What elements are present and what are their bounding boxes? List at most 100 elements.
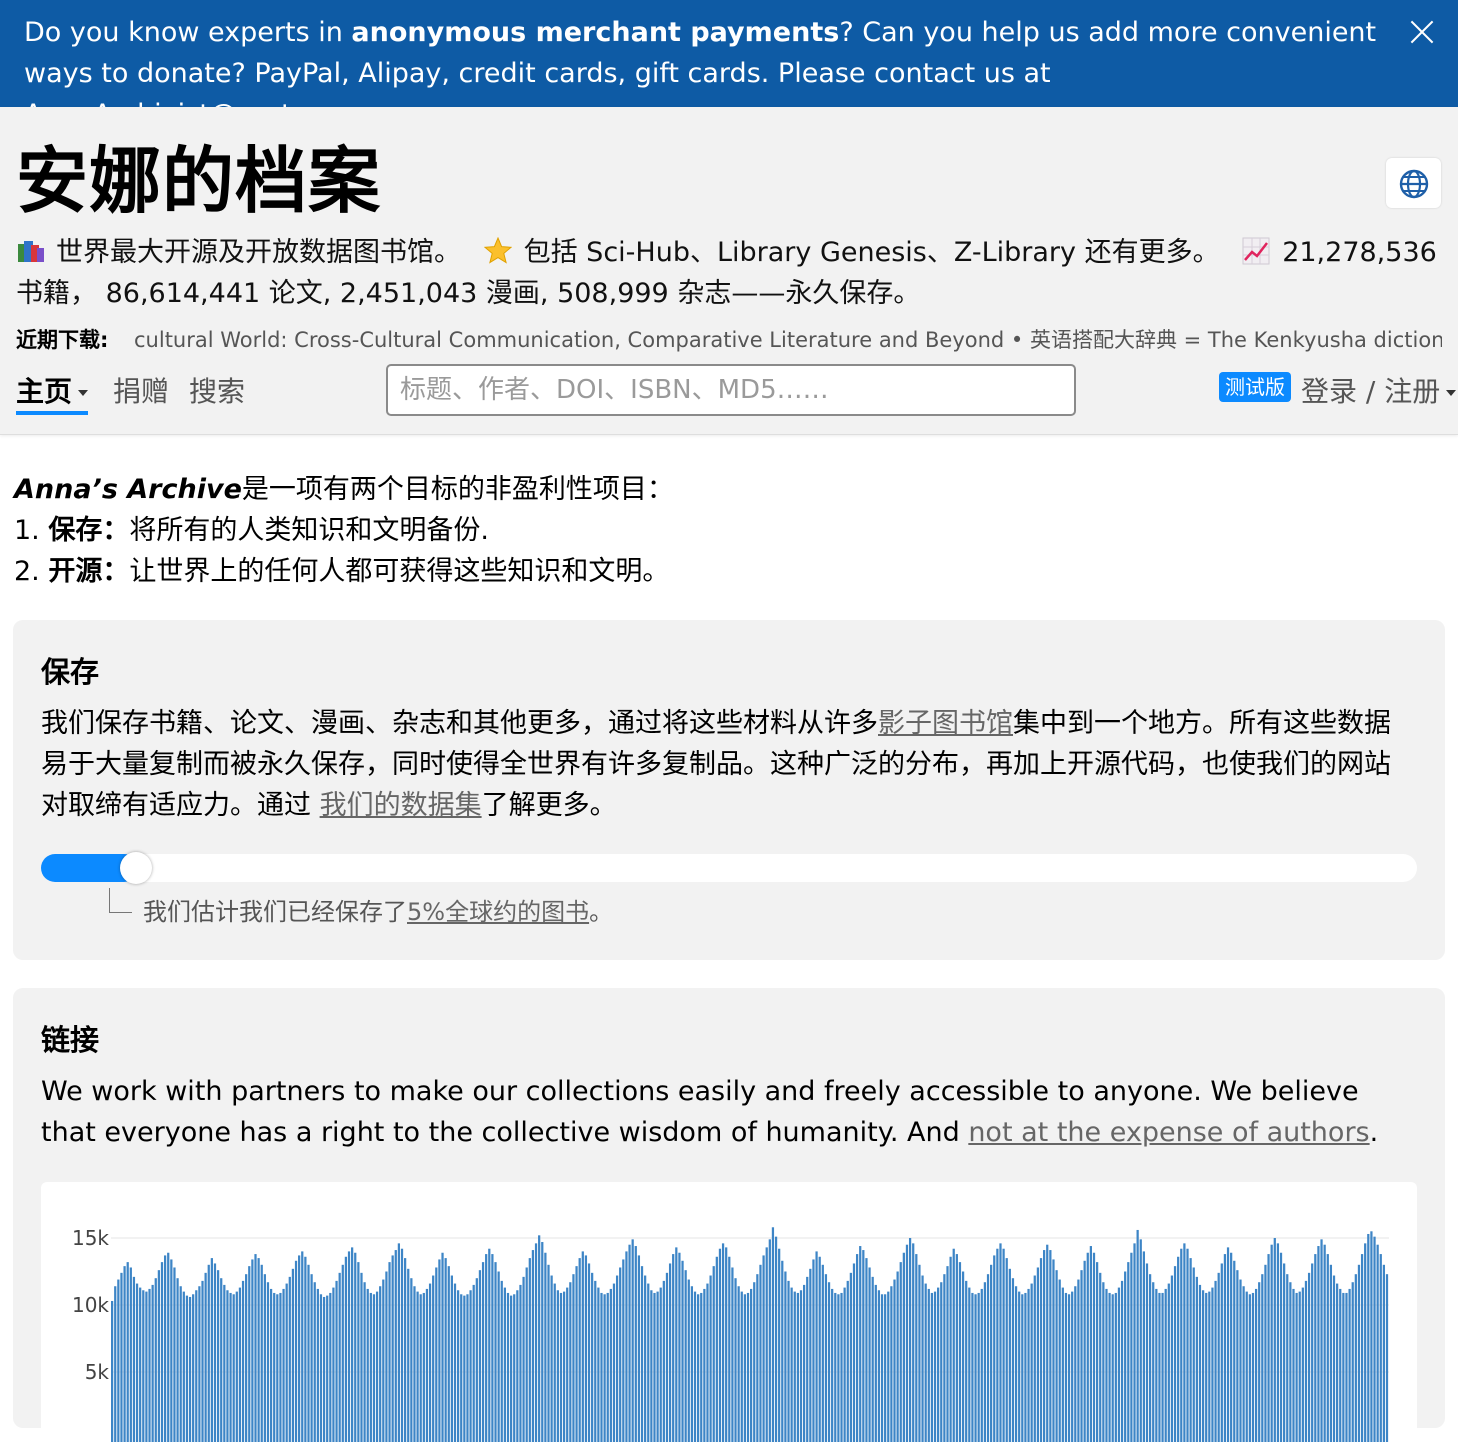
chart-bar — [1080, 1270, 1082, 1442]
chart-bar — [1158, 1293, 1160, 1442]
chart-bar — [600, 1293, 602, 1442]
chart-bar — [915, 1254, 917, 1442]
chart-bar — [962, 1272, 964, 1442]
chart-bar — [498, 1272, 500, 1442]
banner-text-bold: anonymous merchant payments — [351, 17, 839, 48]
login-register-button[interactable]: 登录 / 注册 — [1301, 375, 1456, 409]
progress-note-text: 我们估计我们已经保存了 — [143, 898, 407, 926]
chart-bar — [632, 1239, 634, 1442]
tab-donate[interactable]: 捐赠 — [113, 375, 169, 409]
chart-bar — [117, 1280, 119, 1442]
chart-bar — [1339, 1289, 1341, 1442]
chart-bar — [1177, 1257, 1179, 1442]
stats-text-1: 世界最大开源及开放数据图书馆。 — [56, 237, 461, 268]
chart-bar — [164, 1255, 166, 1442]
chart-bar — [638, 1255, 640, 1442]
chart-bar — [245, 1274, 247, 1442]
chart-bar — [1071, 1292, 1073, 1442]
chart-bar — [491, 1254, 493, 1442]
chart-bar — [1027, 1289, 1029, 1442]
mission-item-number: 1. — [14, 515, 48, 546]
chart-bar — [423, 1293, 425, 1442]
chart-bar — [875, 1285, 877, 1442]
chart-bar — [856, 1254, 858, 1442]
chart-bar — [887, 1292, 889, 1442]
chart-bar — [407, 1269, 409, 1442]
chart-bar — [912, 1243, 914, 1442]
chart-bar — [628, 1245, 630, 1442]
chart-bar — [535, 1243, 537, 1442]
chart-bar — [445, 1258, 447, 1442]
chart-bar — [438, 1259, 440, 1442]
chart-bar — [1227, 1247, 1229, 1442]
tab-search[interactable]: 搜索 — [189, 375, 245, 409]
chart-bar — [1180, 1249, 1182, 1442]
chart-bar — [1342, 1293, 1344, 1442]
chart-bar — [925, 1284, 927, 1442]
chart-bar — [672, 1254, 674, 1442]
chart-bar — [532, 1250, 534, 1442]
chart-bar — [192, 1294, 194, 1442]
chart-bar — [1124, 1272, 1126, 1442]
search-input[interactable] — [386, 364, 1076, 416]
chart-bar — [538, 1235, 540, 1442]
chart-bar — [1108, 1293, 1110, 1442]
chart-bar — [872, 1277, 874, 1442]
chart-bar — [978, 1293, 980, 1442]
chart-bar — [656, 1292, 658, 1442]
recent-downloads-ticker[interactable]: cultural World: Cross-Cultural Communica… — [134, 325, 1442, 355]
chart-bar — [1292, 1289, 1294, 1442]
chart-bar — [401, 1249, 403, 1442]
datasets-link[interactable]: 我们的数据集 — [320, 790, 482, 821]
chart-bar — [1280, 1253, 1282, 1442]
chart-bar — [1336, 1284, 1338, 1442]
chart-bar — [934, 1292, 936, 1442]
chart-bar — [551, 1276, 553, 1442]
chart-bar — [815, 1251, 817, 1442]
preservation-progress-bar — [41, 854, 1417, 882]
chart-bar — [310, 1274, 312, 1442]
chart-bar — [694, 1292, 696, 1442]
tab-home-label: 主页 — [16, 375, 72, 408]
chart-bar — [825, 1274, 827, 1442]
shadow-libraries-link[interactable]: 影子图书馆 — [878, 708, 1013, 739]
books-estimate-link[interactable]: 5%全球约的图书 — [407, 898, 589, 926]
chart-bar — [510, 1296, 512, 1442]
chart-bar — [398, 1243, 400, 1442]
chart-bar — [354, 1253, 356, 1442]
close-icon[interactable] — [1408, 18, 1436, 46]
language-button[interactable] — [1386, 158, 1441, 208]
site-stats: 世界最大开源及开放数据图书馆。 包括 Sci-Hub、Library Genes… — [16, 232, 1441, 314]
chart-bar — [828, 1282, 830, 1442]
preserve-card: 保存 我们保存书籍、论文、漫画、杂志和其他更多，通过将这些材料从许多影子图书馆集… — [13, 620, 1445, 960]
chart-bar — [949, 1257, 951, 1442]
chart-bar — [1096, 1262, 1098, 1442]
links-heading: 链接 — [41, 1020, 99, 1060]
chart-bar — [809, 1269, 811, 1442]
chart-bar — [1221, 1263, 1223, 1442]
chart-bar — [996, 1249, 998, 1442]
site-title[interactable]: 安娜的档案 — [16, 141, 381, 221]
chart-bar — [890, 1286, 892, 1442]
chart-bar — [254, 1254, 256, 1442]
tab-home[interactable]: 主页 — [16, 375, 88, 415]
chart-bar — [769, 1239, 771, 1442]
chart-bar — [597, 1288, 599, 1442]
chart-bar — [379, 1286, 381, 1442]
chart-bar — [756, 1274, 758, 1442]
chart-bar — [653, 1293, 655, 1442]
chart-bar — [420, 1294, 422, 1442]
chart-bar — [784, 1272, 786, 1442]
chart-bar — [158, 1270, 160, 1442]
chart-bar — [613, 1284, 615, 1442]
authors-link[interactable]: not at the expense of authors — [968, 1117, 1369, 1148]
chart-bar — [569, 1282, 571, 1442]
chart-bar — [1224, 1254, 1226, 1442]
chart-bar — [697, 1294, 699, 1442]
globe-icon — [1398, 168, 1430, 200]
brand-name: Anna’s Archive — [14, 474, 242, 505]
chart-bar — [850, 1273, 852, 1442]
chart-bar — [1383, 1265, 1385, 1442]
chart-bar — [1258, 1282, 1260, 1442]
preservation-progress-handle[interactable] — [120, 852, 152, 884]
